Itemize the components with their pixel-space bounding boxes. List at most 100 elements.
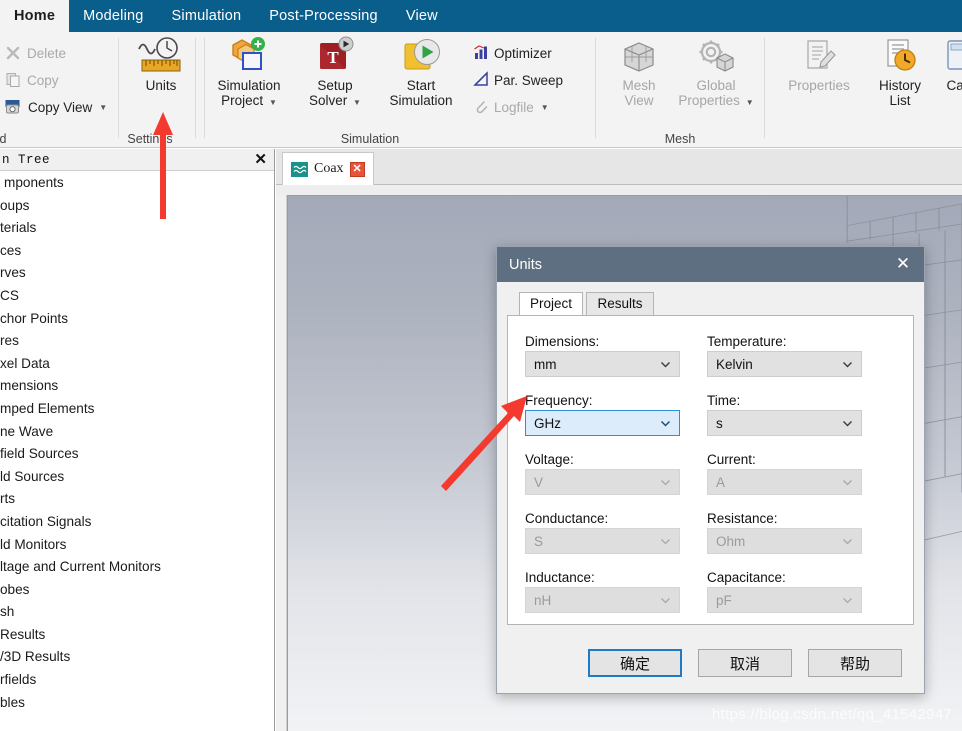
copy-view-label: Copy View	[28, 100, 93, 115]
time-value: s	[716, 415, 723, 431]
copy-view-button[interactable]: Copy View ▼	[2, 94, 110, 121]
cancel-button[interactable]: 取消	[698, 649, 792, 677]
tree-item-voltage-current-monitors[interactable]: ltage and Current Monitors	[0, 556, 274, 579]
ribbon-tab-post-processing[interactable]: Post-Processing	[255, 0, 392, 32]
tree-item-anchor-points[interactable]: chor Points	[0, 308, 274, 331]
tree-item-probes[interactable]: obes	[0, 579, 274, 602]
start-simulation-icon	[397, 36, 445, 78]
chevron-down-icon[interactable]: ▼	[746, 98, 754, 107]
logfile-label: Logfile	[494, 100, 534, 115]
tree-item-1d-results[interactable]: Results	[0, 624, 274, 647]
mesh-view-button[interactable]: Mesh View	[601, 36, 677, 108]
start-simulation-line1: Start	[406, 78, 436, 93]
tree-item-excitation-signals[interactable]: citation Signals	[0, 511, 274, 534]
field-time: Time: s	[707, 393, 862, 445]
viewport-left-gutter[interactable]	[276, 195, 287, 731]
chevron-down-icon[interactable]	[842, 359, 853, 370]
tree-item-field-sources[interactable]: ld Sources	[0, 466, 274, 489]
units-button[interactable]: Units	[123, 36, 199, 93]
navigation-tree-panel: n Tree ✕ mponents oups terials ces rves …	[0, 149, 275, 731]
time-select[interactable]: s	[707, 410, 862, 436]
tree-item-components[interactable]: mponents	[0, 175, 68, 190]
tree-item-wcs[interactable]: CS	[0, 285, 274, 308]
chevron-down-icon[interactable]: ▼	[541, 103, 549, 112]
start-simulation-button[interactable]: Start Simulation	[383, 36, 459, 108]
tree-item-field-monitors[interactable]: ld Monitors	[0, 534, 274, 557]
chevron-down-icon	[842, 477, 853, 488]
tab-project[interactable]: Project	[519, 292, 584, 315]
history-list-button[interactable]: History List	[867, 36, 933, 108]
units-dialog[interactable]: Units ✕ Project Results Dimensions: mm T…	[496, 246, 925, 694]
start-simulation-line2: Simulation	[389, 93, 453, 108]
ribbon-tab-home[interactable]: Home	[0, 0, 70, 32]
dimensions-select[interactable]: mm	[525, 351, 680, 377]
tree-item-farfield-sources[interactable]: field Sources	[0, 443, 274, 466]
voltage-select: V	[525, 469, 680, 495]
chevron-down-icon[interactable]	[842, 418, 853, 429]
simulation-project-line1: Simulation	[217, 78, 281, 93]
ribbon-tab-simulation-label: Simulation	[171, 8, 242, 24]
tree-item-mesh[interactable]: sh	[0, 601, 274, 624]
tree-item-dimensions[interactable]: mensions	[0, 375, 274, 398]
tree-item-voxel-data[interactable]: xel Data	[0, 353, 274, 376]
help-button[interactable]: 帮助	[808, 649, 902, 677]
chevron-down-icon[interactable]: ▼	[269, 98, 277, 107]
field-temperature: Temperature: Kelvin	[707, 334, 862, 386]
close-icon[interactable]: ✕	[892, 254, 914, 276]
tree-item-plane-wave[interactable]: ne Wave	[0, 421, 274, 444]
tree-item-farfields[interactable]: rfields	[0, 669, 274, 692]
chevron-down-icon	[660, 477, 671, 488]
units-dialog-titlebar: Units ✕	[497, 247, 924, 282]
chevron-down-icon[interactable]	[660, 418, 671, 429]
navigation-tree-list[interactable]: mponents oups terials ces rves CS chor P…	[0, 172, 274, 731]
ribbon-tab-home-label: Home	[14, 8, 56, 24]
tree-item-curves[interactable]: rves	[0, 262, 274, 285]
global-properties-button[interactable]: Global Properties ▼	[678, 36, 754, 110]
document-tab-coax[interactable]: Coax ✕	[282, 152, 374, 185]
tree-item-ports[interactable]: rts	[0, 488, 274, 511]
simulation-project-line2-wrap: Project ▼	[221, 93, 277, 110]
tree-item-groups[interactable]: oups	[0, 195, 274, 218]
ok-button[interactable]: 确定	[588, 649, 682, 677]
frequency-select[interactable]: GHz	[525, 410, 680, 436]
calculator-label: Calc	[946, 78, 962, 93]
simulation-project-icon	[225, 36, 273, 78]
ribbon-group-settings-title: Settings	[127, 132, 173, 146]
chevron-down-icon[interactable]: ▼	[353, 98, 361, 107]
chevron-down-icon[interactable]: ▼	[99, 103, 107, 112]
calculator-button[interactable]: Calc	[930, 36, 962, 93]
ribbon-tab-simulation[interactable]: Simulation	[158, 0, 256, 32]
tree-item-wires[interactable]: res	[0, 330, 274, 353]
ribbon-group-simulation-title: Simulation	[340, 132, 400, 146]
field-inductance: Inductance: nH	[525, 570, 680, 622]
chevron-down-icon	[842, 595, 853, 606]
properties-icon	[795, 36, 843, 78]
logfile-button[interactable]: Logfile ▼	[470, 94, 552, 121]
tree-item-tables[interactable]: bles	[0, 692, 274, 715]
tree-item-materials[interactable]: terials	[0, 217, 274, 240]
units-dialog-title: Units	[509, 256, 543, 273]
ribbon-tab-view[interactable]: View	[392, 0, 452, 32]
copy-button[interactable]: Copy	[2, 67, 62, 94]
setup-solver-button[interactable]: T Setup Solver ▼	[297, 36, 373, 110]
chevron-down-icon	[660, 536, 671, 547]
optimizer-button[interactable]: Optimizer	[470, 40, 555, 67]
close-icon[interactable]: ✕	[349, 161, 365, 177]
delete-button[interactable]: Delete	[2, 40, 69, 67]
tree-item-faces[interactable]: ces	[0, 240, 274, 263]
temperature-select[interactable]: Kelvin	[707, 351, 862, 377]
tree-item-2d-3d-results[interactable]: /3D Results	[0, 646, 274, 669]
resistance-select: Ohm	[707, 528, 862, 554]
tree-item-lumped-elements[interactable]: mped Elements	[0, 398, 274, 421]
global-properties-line2: Properties	[678, 93, 740, 108]
properties-button[interactable]: Properties	[773, 36, 865, 93]
par-sweep-button[interactable]: Par. Sweep	[470, 67, 566, 94]
chevron-down-icon[interactable]	[660, 359, 671, 370]
current-label: Current:	[707, 452, 756, 467]
field-voltage: Voltage: V	[525, 452, 680, 504]
simulation-project-button[interactable]: Simulation Project ▼	[211, 36, 287, 110]
tab-results[interactable]: Results	[586, 292, 654, 315]
close-icon[interactable]: ✕	[254, 151, 267, 169]
ribbon-tab-modeling[interactable]: Modeling	[69, 0, 157, 32]
history-list-icon	[877, 36, 923, 78]
